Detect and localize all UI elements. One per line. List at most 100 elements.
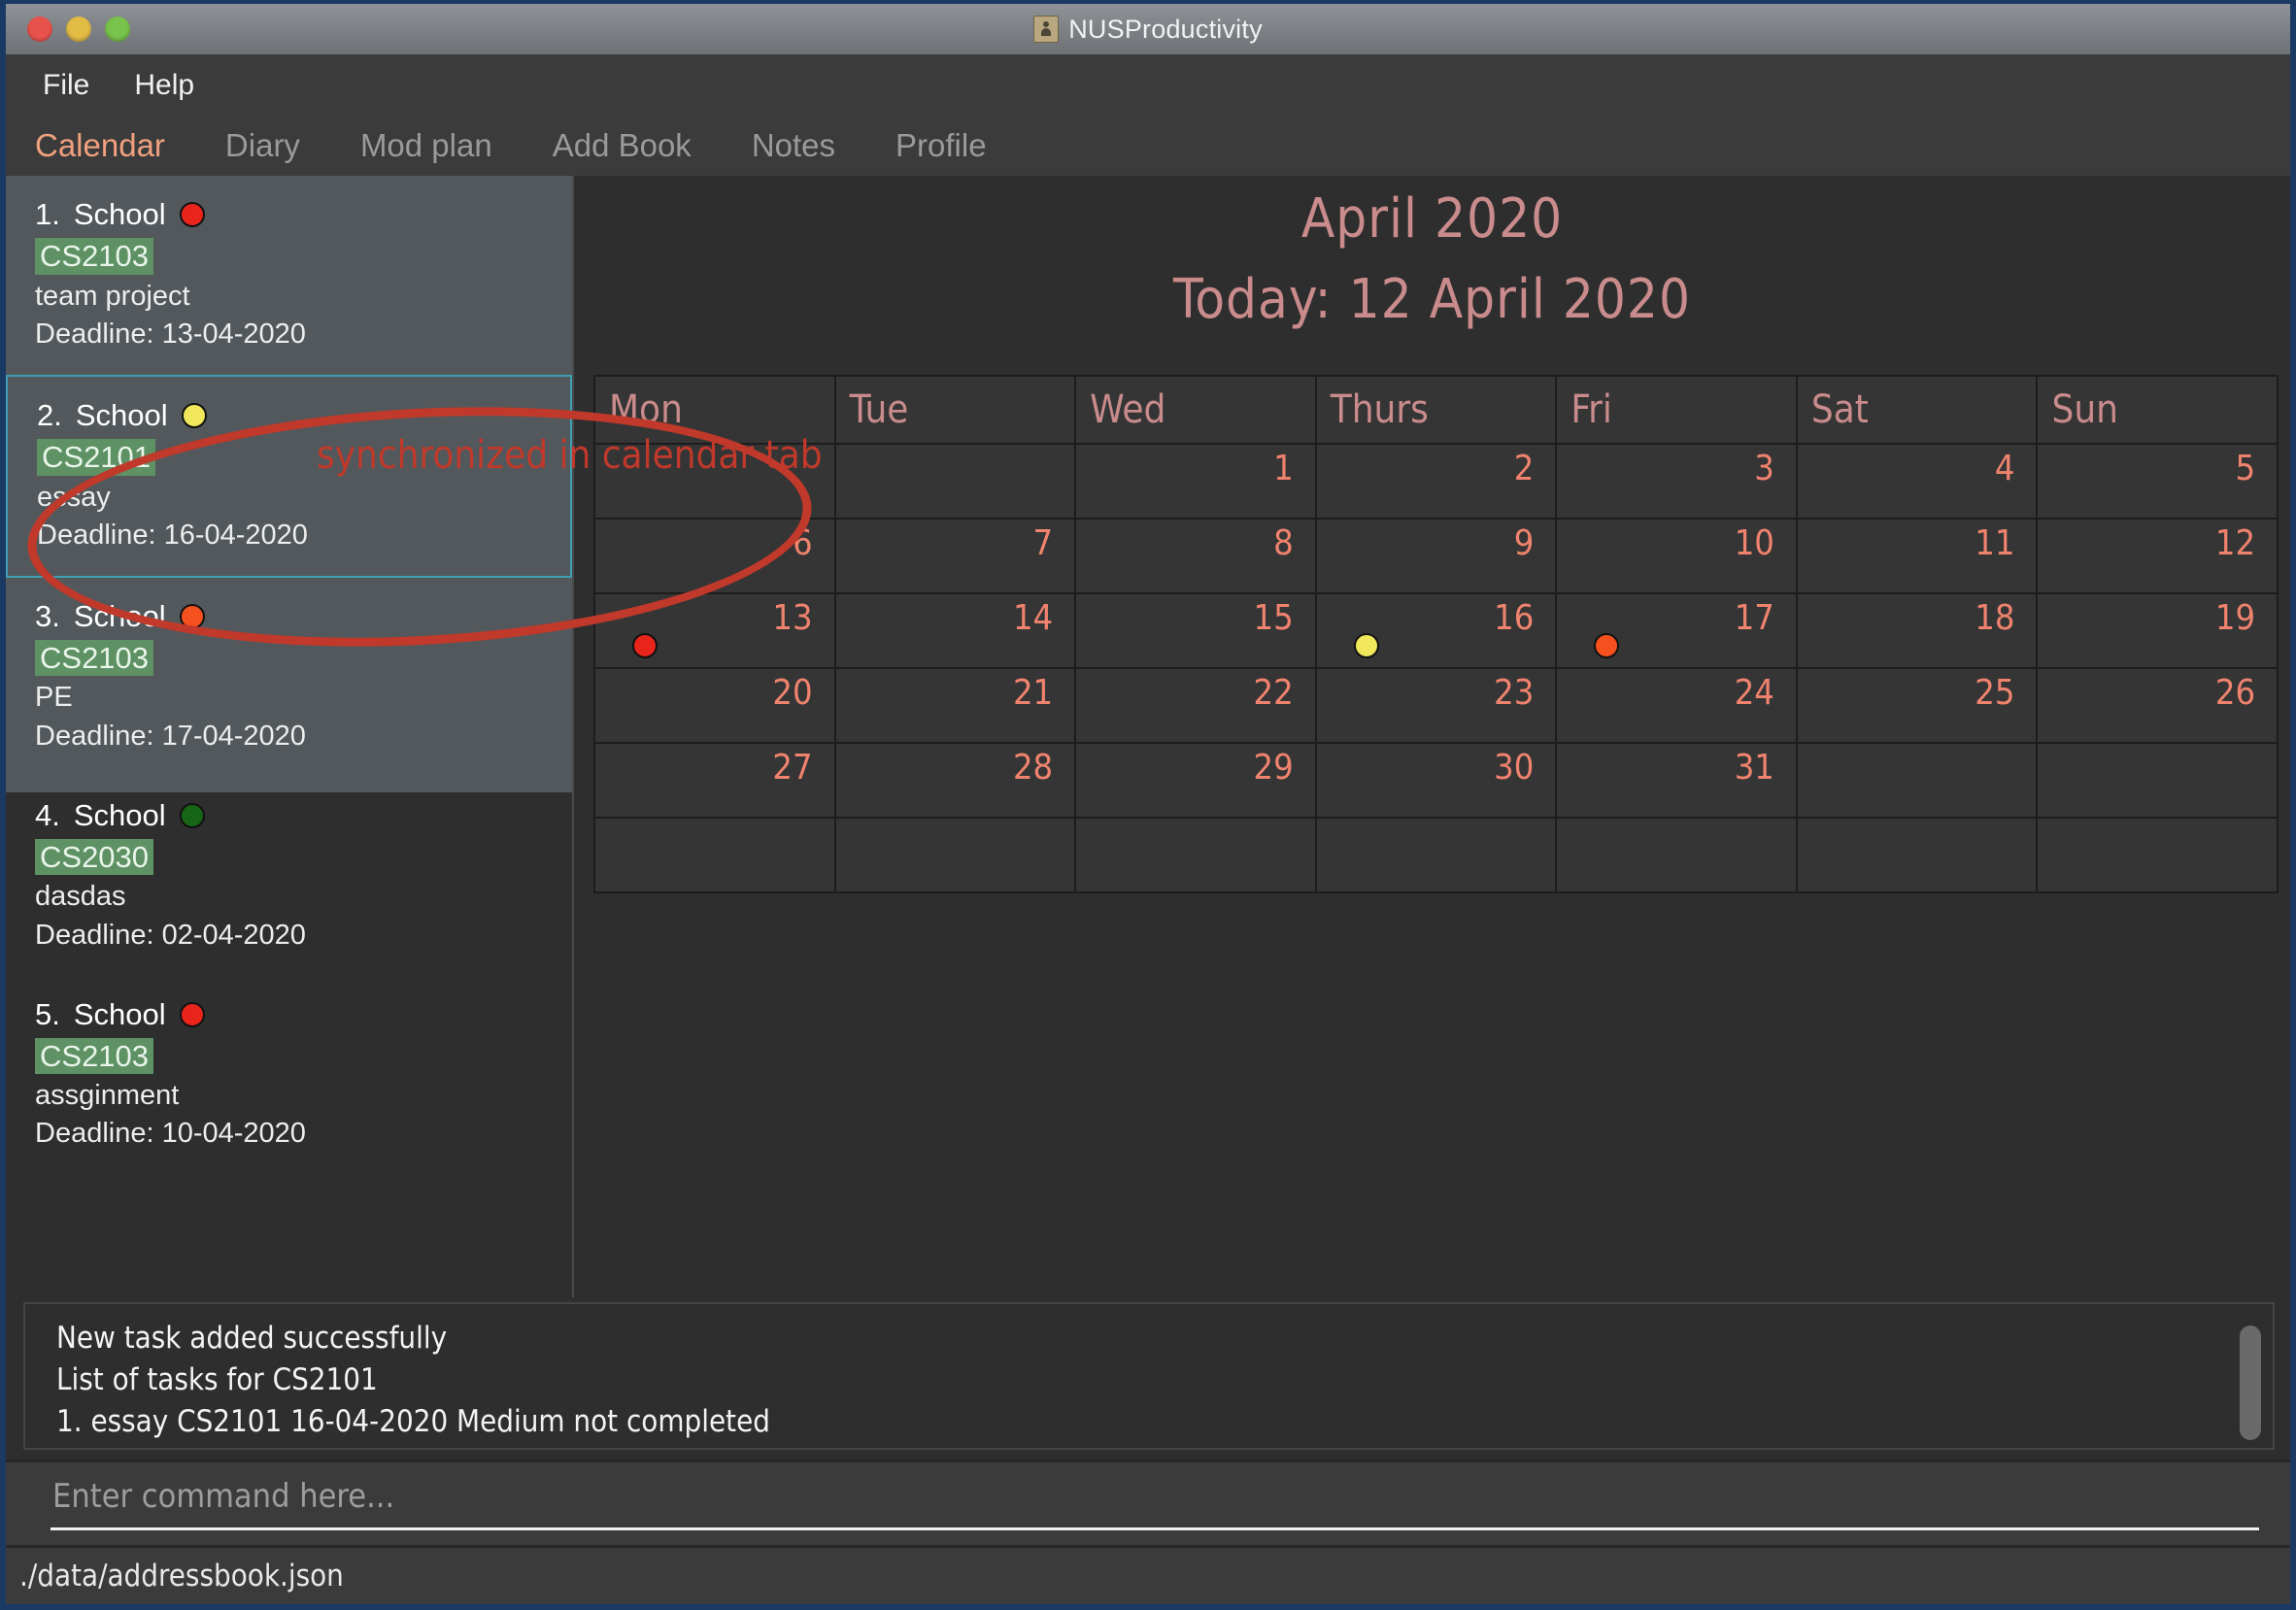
calendar-day-cell[interactable]: 31 — [1557, 744, 1798, 819]
calendar-day-cell[interactable]: 7 — [835, 520, 1077, 594]
calendar-day-cell[interactable]: 11 — [1797, 520, 2039, 594]
calendar-day-cell[interactable]: 19 — [2038, 594, 2279, 669]
calendar-day-cell[interactable]: 15 — [1076, 594, 1317, 669]
result-scrollbar-thumb[interactable] — [2240, 1325, 2261, 1440]
tab-diary[interactable]: Diary — [225, 127, 300, 164]
task-description: dasdas — [35, 881, 126, 913]
calendar-dayname-label: Sat — [1810, 387, 1869, 432]
menu-item-help[interactable]: Help — [118, 67, 210, 104]
calendar-grid[interactable]: Mon Tue Wed Thurs Fri Sat Sun 1 2 3 4 5 6 7 8 9 10 11 12 13… — [593, 375, 2279, 893]
tab-add-book[interactable]: Add Book — [553, 127, 692, 164]
calendar-day-cell[interactable]: 21 — [835, 669, 1077, 744]
tab-calendar[interactable]: Calendar — [35, 127, 165, 164]
tab-profile[interactable]: Profile — [895, 127, 987, 164]
calendar-dayname-label: Mon — [609, 387, 683, 432]
task-category: School — [73, 197, 166, 231]
result-display-box: New task added successfully List of tasks… — [23, 1302, 2275, 1450]
task-index: 4. — [35, 797, 60, 832]
calendar-day-cell[interactable]: 6 — [595, 520, 836, 594]
calendar-day-cell[interactable]: 13 — [595, 594, 836, 669]
calendar-week-row — [595, 819, 2279, 893]
minimize-button[interactable] — [66, 17, 91, 42]
calendar-day-number: 2 — [1513, 449, 1535, 488]
application-window: NUSProductivity File Help Calendar Diary… — [0, 0, 2296, 1610]
calendar-day-cell[interactable] — [595, 819, 836, 893]
tab-mod-plan[interactable]: Mod plan — [360, 127, 492, 164]
calendar-day-number: 5 — [2235, 449, 2256, 488]
calendar-day-number: 9 — [1513, 523, 1535, 563]
calendar-dayname-cell: Tue — [835, 377, 1077, 445]
task-card[interactable]: 1. School CS2103 team project Deadline: 13-0… — [6, 176, 572, 375]
calendar-day-cell[interactable]: 17 — [1557, 594, 1798, 669]
calendar-day-cell[interactable] — [1797, 819, 2039, 893]
window-title: NUSProductivity — [1068, 14, 1263, 44]
priority-dot-icon — [179, 802, 205, 828]
calendar-day-cell[interactable]: 4 — [1797, 445, 2039, 520]
task-list-panel[interactable]: 1. School CS2103 team project Deadline: 13-0… — [6, 176, 572, 1257]
calendar-day-cell[interactable]: 22 — [1076, 669, 1317, 744]
calendar-day-cell[interactable]: 28 — [835, 744, 1077, 819]
calendar-day-cell[interactable]: 20 — [595, 669, 836, 744]
calendar-day-cell[interactable]: 10 — [1557, 520, 1798, 594]
calendar-day-cell[interactable]: 27 — [595, 744, 836, 819]
calendar-dayname-label: Tue — [849, 387, 909, 432]
task-module-row: CS2030 — [35, 838, 572, 879]
close-button[interactable] — [27, 17, 52, 42]
zoom-button[interactable] — [105, 17, 130, 42]
calendar-day-cell[interactable]: 14 — [835, 594, 1077, 669]
calendar-day-cell[interactable] — [835, 819, 1077, 893]
calendar-week-row: 6 7 8 9 10 11 12 — [595, 520, 2279, 594]
task-deadline: Deadline: 02-04-2020 — [35, 919, 306, 951]
calendar-day-cell[interactable]: 16 — [1316, 594, 1558, 669]
calendar-day-cell[interactable]: 25 — [1797, 669, 2039, 744]
command-input[interactable] — [51, 1476, 2259, 1530]
calendar-day-cell[interactable]: 8 — [1076, 520, 1317, 594]
calendar-task-dot-icon — [1353, 633, 1379, 658]
calendar-day-cell[interactable]: 26 — [2038, 669, 2279, 744]
task-card[interactable]: 5. School CS2103 assginment Deadline: 10-04-… — [6, 976, 572, 1175]
task-card[interactable]: 3. School CS2103 PE Deadline: 17-04-2020 — [6, 578, 572, 777]
menu-item-file[interactable]: File — [27, 67, 105, 104]
calendar-day-number: 29 — [1253, 748, 1294, 788]
calendar-day-cell[interactable]: 23 — [1316, 669, 1558, 744]
calendar-day-cell[interactable] — [835, 445, 1077, 520]
tab-notes[interactable]: Notes — [752, 127, 835, 164]
calendar-day-cell[interactable]: 24 — [1557, 669, 1798, 744]
calendar-day-cell[interactable] — [595, 445, 836, 520]
task-header-row: 1. School — [35, 197, 572, 232]
calendar-day-number: 13 — [772, 598, 813, 638]
result-scrollbar-track[interactable] — [2240, 1312, 2267, 1444]
calendar-day-cell[interactable]: 30 — [1316, 744, 1558, 819]
calendar-day-cell[interactable]: 18 — [1797, 594, 2039, 669]
calendar-day-number: 19 — [2214, 598, 2256, 638]
calendar-day-cell[interactable] — [1797, 744, 2039, 819]
task-index: 3. — [35, 598, 60, 633]
task-deadline: Deadline: 10-04-2020 — [35, 1118, 306, 1150]
calendar-day-number: 26 — [2214, 673, 2256, 713]
calendar-day-cell[interactable]: 29 — [1076, 744, 1317, 819]
calendar-week-row: 20 21 22 23 24 25 26 — [595, 669, 2279, 744]
task-card[interactable]: 2. School CS2101 essay Deadline: 16-04-2020 — [6, 374, 572, 578]
calendar-day-cell[interactable]: 1 — [1076, 445, 1317, 520]
calendar-day-cell[interactable]: 2 — [1316, 445, 1558, 520]
task-index: 1. — [35, 197, 60, 231]
calendar-day-cell[interactable]: 5 — [2038, 445, 2279, 520]
calendar-day-cell[interactable] — [2038, 744, 2279, 819]
calendar-day-cell[interactable] — [2038, 819, 2279, 893]
window-controls — [27, 17, 130, 42]
calendar-day-cell[interactable] — [1076, 819, 1317, 893]
calendar-day-cell[interactable]: 9 — [1316, 520, 1558, 594]
calendar-today-label: Today: 12 April 2020 — [1172, 268, 1692, 331]
calendar-day-number: 16 — [1494, 598, 1535, 638]
calendar-dayname-label: Thurs — [1330, 387, 1429, 432]
calendar-day-cell[interactable] — [1557, 819, 1798, 893]
calendar-day-cell[interactable]: 12 — [2038, 520, 2279, 594]
calendar-month-title: April 2020 — [1300, 187, 1564, 251]
task-category: School — [73, 797, 166, 832]
task-card[interactable]: 4. School CS2030 dasdas Deadline: 02-04-2020 — [6, 777, 572, 976]
calendar-day-cell[interactable]: 3 — [1557, 445, 1798, 520]
task-deadline: Deadline: 16-04-2020 — [37, 519, 308, 551]
task-header-row: 4. School — [35, 798, 572, 833]
calendar-dayname-cell: Fri — [1557, 377, 1798, 445]
calendar-day-cell[interactable] — [1316, 819, 1558, 893]
